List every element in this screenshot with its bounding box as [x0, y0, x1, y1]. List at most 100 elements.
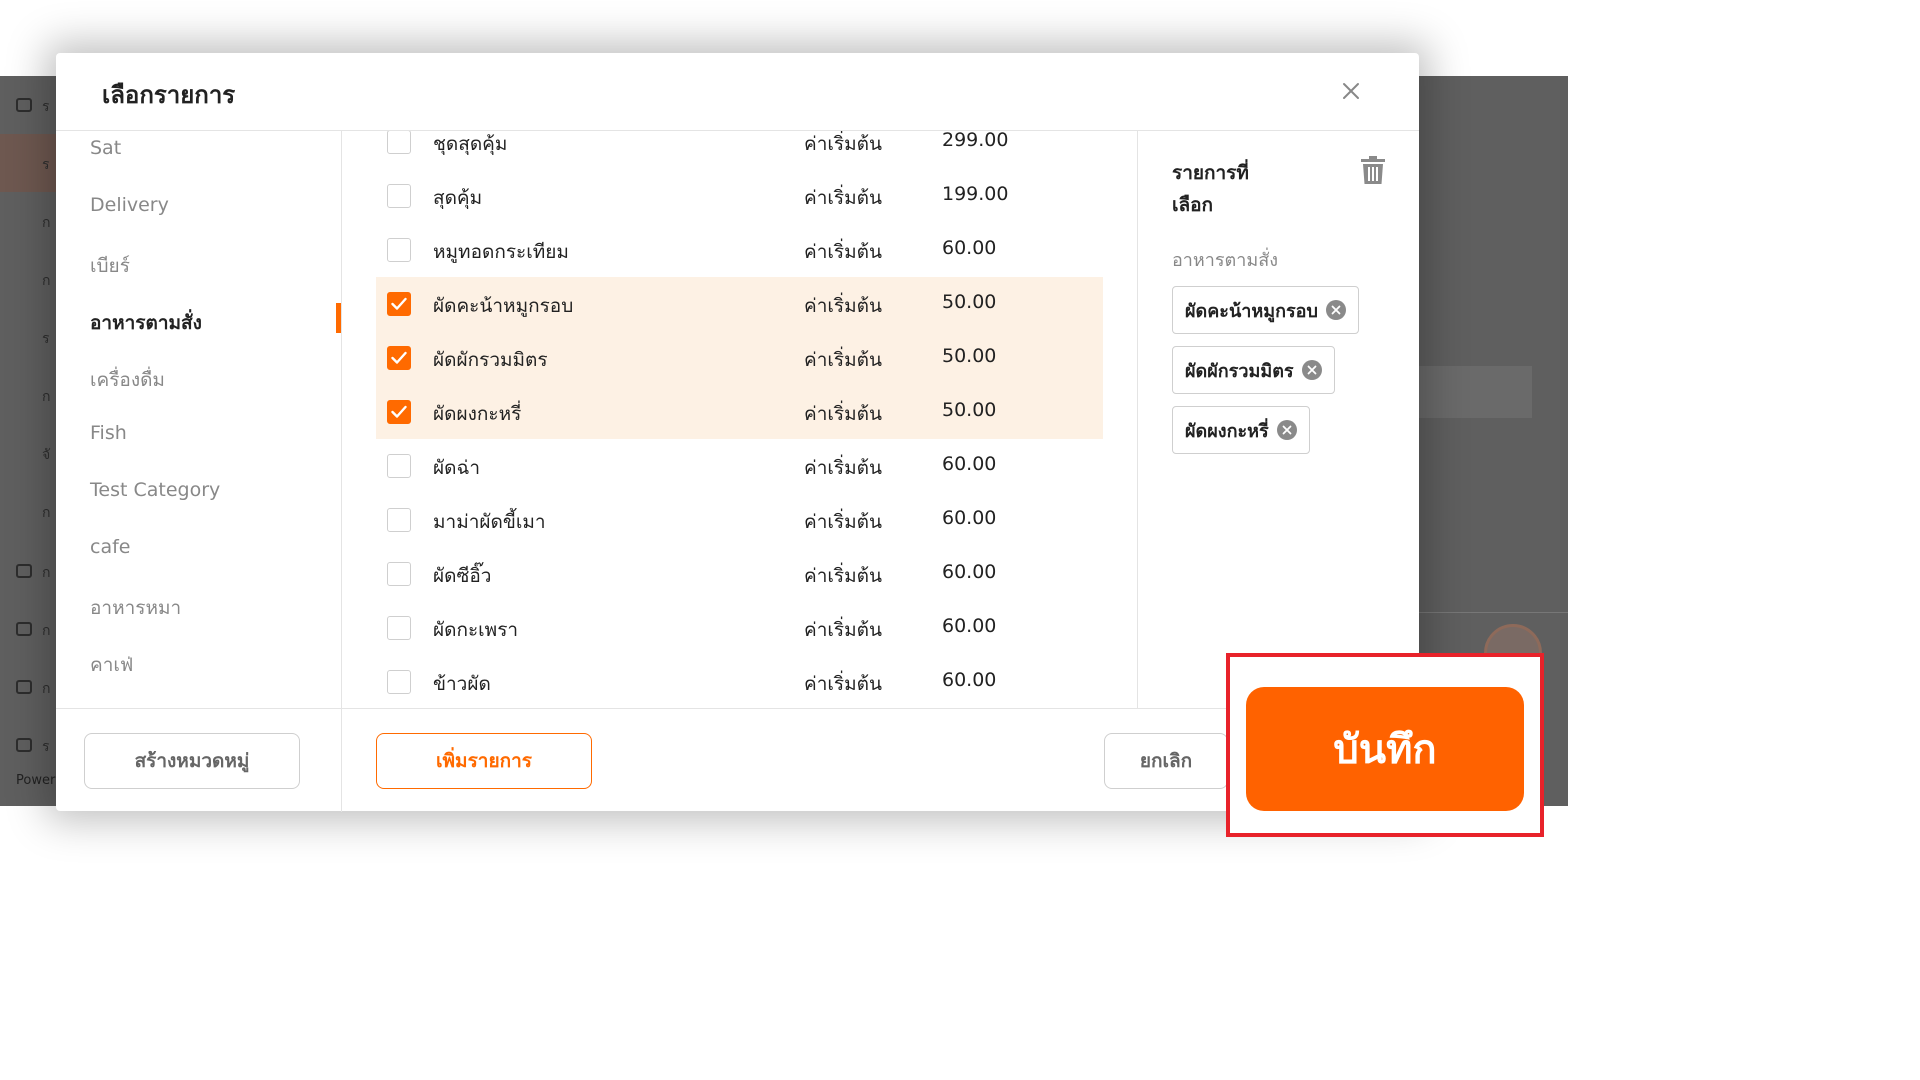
item-price: 60.00	[942, 453, 997, 475]
item-variant: ค่าเริ่มต้น	[804, 295, 882, 317]
item-price: 60.00	[942, 561, 997, 583]
check-icon	[391, 297, 407, 310]
category-item-fish[interactable]: Fish	[90, 422, 127, 452]
item-checkbox-checked[interactable]	[387, 400, 411, 424]
remove-chip-icon[interactable]	[1325, 300, 1346, 320]
item-row-selected[interactable]: ผัดผงกะหรี่ ค่าเริ่มต้น 50.00	[376, 385, 1103, 439]
check-icon	[391, 405, 407, 418]
item-checkbox[interactable]	[387, 131, 411, 154]
tag-icon	[16, 680, 32, 694]
item-row[interactable]: ผัดฉ่า ค่าเริ่มต้น 60.00	[376, 439, 1103, 493]
item-variant: ค่าเริ่มต้น	[804, 133, 882, 155]
item-name: ผัดผักรวมมิตร	[433, 349, 548, 371]
item-checkbox[interactable]	[387, 454, 411, 478]
check-icon	[391, 351, 407, 364]
item-name: ผัดคะน้าหมูกรอบ	[433, 295, 574, 317]
selected-item-chip: ผัดผงกะหรี่	[1172, 406, 1310, 454]
item-checkbox[interactable]	[387, 508, 411, 532]
calendar-icon	[16, 98, 32, 112]
item-price: 299.00	[942, 131, 1009, 151]
item-row[interactable]: สุดคุ้ม ค่าเริ่มต้น 199.00	[376, 169, 1103, 223]
item-variant: ค่าเริ่มต้น	[804, 511, 882, 533]
item-name: มาม่าผัดขี้เมา	[433, 511, 546, 533]
item-variant: ค่าเริ่มต้น	[804, 349, 882, 371]
item-row[interactable]: ผัดกะเพรา ค่าเริ่มต้น 60.00	[376, 601, 1103, 655]
chip-label: ผัดผักรวมมิตร	[1185, 360, 1294, 382]
modal-title: เลือกรายการ	[102, 81, 236, 109]
item-name: ผัดซีอิ๊ว	[433, 565, 492, 587]
item-variant: ค่าเริ่มต้น	[804, 673, 882, 695]
cancel-button[interactable]: ยกเลิก	[1104, 733, 1228, 789]
bell-icon	[16, 738, 32, 752]
item-checkbox[interactable]	[387, 184, 411, 208]
background-sidebar: ร ร ก ก ร ก จั ก ก ก ก ร	[0, 76, 56, 806]
item-variant: ค่าเริ่มต้น	[804, 457, 882, 479]
chip-label: ผัดผงกะหรี่	[1185, 420, 1269, 442]
save-button[interactable]: บันทึก	[1246, 687, 1524, 811]
item-row-selected[interactable]: ผัดผักรวมมิตร ค่าเริ่มต้น 50.00	[376, 331, 1103, 385]
chip-label: ผัดคะน้าหมูกรอบ	[1185, 300, 1318, 322]
item-row-selected[interactable]: ผัดคะน้าหมูกรอบ ค่าเริ่มต้น 50.00	[376, 277, 1103, 331]
category-item-delivery[interactable]: Delivery	[90, 194, 169, 224]
background-row	[1416, 366, 1532, 418]
select-items-modal: เลือกรายการ Sat Delivery เบียร์ อาหารตาม…	[56, 53, 1419, 812]
selected-item-chip: ผัดผักรวมมิตร	[1172, 346, 1335, 394]
item-name: ชุดสุดคุ้ม	[433, 133, 508, 155]
category-item-made-to-order[interactable]: อาหารตามสั่ง	[90, 308, 202, 338]
item-price: 60.00	[942, 615, 997, 637]
remove-chip-icon[interactable]	[1276, 420, 1297, 440]
remove-chip-icon[interactable]	[1301, 360, 1322, 380]
item-variant: ค่าเริ่มต้น	[804, 619, 882, 641]
item-name: ข้าวผัด	[433, 673, 491, 695]
item-price: 50.00	[942, 345, 997, 367]
item-row[interactable]: ข้าวผัด ค่าเริ่มต้น 60.00	[376, 655, 1103, 708]
item-price: 60.00	[942, 507, 997, 529]
close-icon	[1343, 83, 1359, 99]
item-name: หมูทอดกระเทียม	[433, 241, 569, 263]
add-item-button[interactable]: เพิ่มรายการ	[376, 733, 592, 789]
item-variant: ค่าเริ่มต้น	[804, 403, 882, 425]
item-price: 60.00	[942, 237, 997, 259]
powered-by-text: Power	[16, 773, 56, 788]
selected-category-label: อาหารตามสั่ง	[1172, 250, 1278, 271]
item-variant: ค่าเริ่มต้น	[804, 187, 882, 209]
item-name: ผัดผงกะหรี่	[433, 403, 522, 425]
item-checkbox-checked[interactable]	[387, 346, 411, 370]
item-checkbox[interactable]	[387, 670, 411, 694]
item-row[interactable]: ชุดสุดคุ้ม ค่าเริ่มต้น 299.00	[376, 131, 1103, 169]
item-checkbox-checked[interactable]	[387, 292, 411, 316]
footer-divider	[341, 709, 342, 812]
close-button[interactable]	[1335, 75, 1367, 107]
item-row[interactable]: หมูทอดกระเทียม ค่าเริ่มต้น 60.00	[376, 223, 1103, 277]
item-name: ผัดกะเพรา	[433, 619, 519, 641]
selected-items-title: รายการที่เลือก	[1172, 162, 1249, 216]
trash-icon[interactable]	[1360, 155, 1386, 185]
item-price: 60.00	[942, 669, 997, 691]
active-category-indicator	[336, 303, 341, 333]
category-item-test-category[interactable]: Test Category	[90, 479, 220, 509]
modal-footer: สร้างหมวดหมู่ เพิ่มรายการ ยกเลิก	[56, 708, 1419, 812]
item-name: สุดคุ้ม	[433, 187, 483, 209]
item-checkbox[interactable]	[387, 616, 411, 640]
category-item-dog-food[interactable]: อาหารหมา	[90, 593, 181, 623]
list-icon	[16, 622, 32, 636]
category-item-drinks[interactable]: เครื่องดื่ม	[90, 365, 165, 395]
item-price: 50.00	[942, 399, 997, 421]
background-divider	[1416, 612, 1568, 613]
selected-item-chip: ผัดคะน้าหมูกรอบ	[1172, 286, 1359, 334]
selected-items-panel: รายการที่เลือก อาหารตามสั่ง ผัดคะน้าหมูก…	[1138, 131, 1419, 708]
item-variant: ค่าเริ่มต้น	[804, 241, 882, 263]
create-category-button[interactable]: สร้างหมวดหมู่	[84, 733, 300, 789]
item-price: 199.00	[942, 183, 1009, 205]
category-item-cafe-thai[interactable]: คาเฟ่	[90, 650, 133, 680]
item-checkbox[interactable]	[387, 238, 411, 262]
modal-header: เลือกรายการ	[56, 53, 1419, 131]
category-item-beer[interactable]: เบียร์	[90, 251, 130, 281]
item-price: 50.00	[942, 291, 997, 313]
item-variant: ค่าเริ่มต้น	[804, 565, 882, 587]
category-item-sat[interactable]: Sat	[90, 137, 121, 167]
item-row[interactable]: ผัดซีอิ๊ว ค่าเริ่มต้น 60.00	[376, 547, 1103, 601]
item-checkbox[interactable]	[387, 562, 411, 586]
category-item-cafe[interactable]: cafe	[90, 536, 130, 566]
item-row[interactable]: มาม่าผัดขี้เมา ค่าเริ่มต้น 60.00	[376, 493, 1103, 547]
